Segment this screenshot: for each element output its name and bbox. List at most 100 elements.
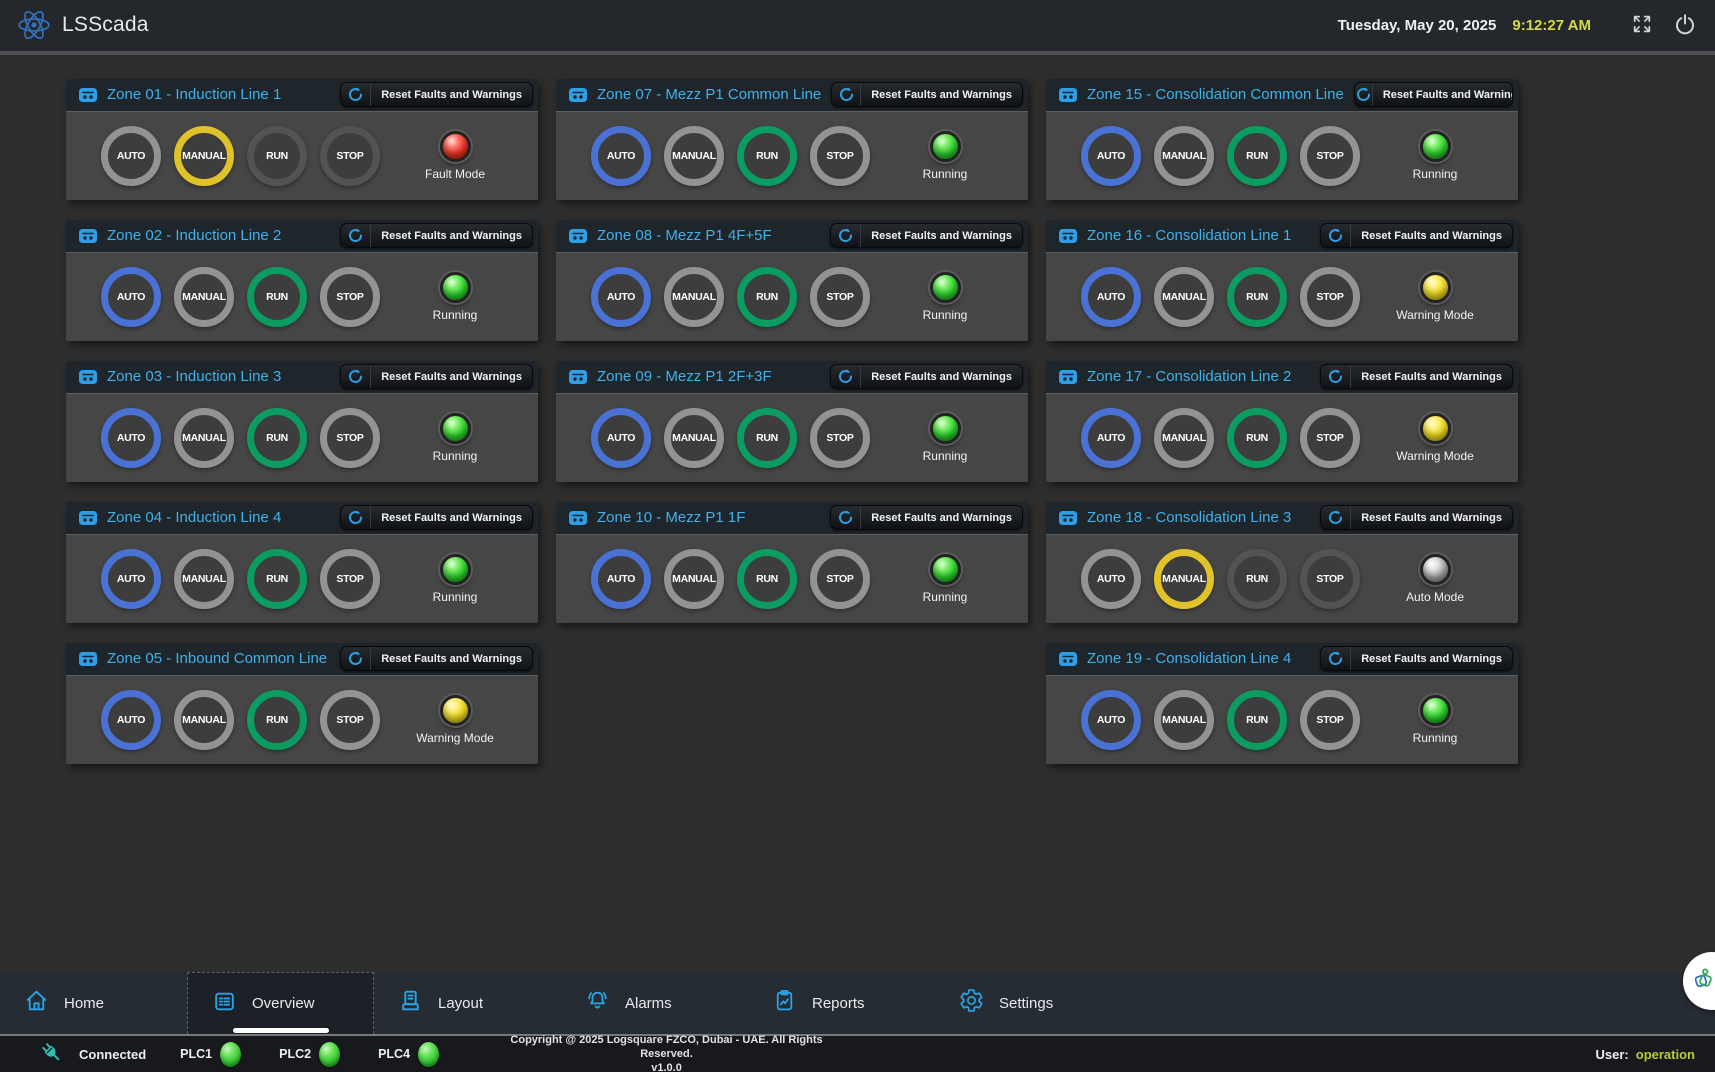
conveyor-icon (79, 511, 97, 525)
run-button[interactable]: RUN (737, 267, 797, 327)
auto-button[interactable]: AUTO (591, 126, 651, 186)
auto-button[interactable]: AUTO (101, 126, 161, 186)
status-label: Running (923, 167, 968, 181)
manual-button[interactable]: MANUAL (174, 690, 234, 750)
stop-button[interactable]: STOP (320, 408, 380, 468)
stop-button[interactable]: STOP (810, 408, 870, 468)
auto-button[interactable]: AUTO (591, 408, 651, 468)
auto-button[interactable]: AUTO (591, 549, 651, 609)
status-indicator: Warning Mode (407, 695, 503, 745)
auto-button[interactable]: AUTO (1081, 690, 1141, 750)
zone-controls: AUTO MANUAL RUN STOP Fault Mode (66, 111, 538, 200)
zone-title: Zone 01 - Induction Line 1 (107, 86, 281, 103)
manual-button[interactable]: MANUAL (1154, 549, 1214, 609)
manual-button[interactable]: MANUAL (174, 549, 234, 609)
reset-faults-button[interactable]: Reset Faults and Warnings (340, 364, 533, 389)
stop-button[interactable]: STOP (1300, 126, 1360, 186)
manual-button[interactable]: MANUAL (1154, 126, 1214, 186)
nav-item-settings[interactable]: Settings (935, 972, 1122, 1034)
reset-faults-button[interactable]: Reset Faults and Warnings (1320, 646, 1513, 671)
manual-button[interactable]: MANUAL (664, 267, 724, 327)
status-label: Running (1413, 167, 1458, 181)
reset-faults-button[interactable]: Reset Faults and Warnings (340, 646, 533, 671)
stop-button[interactable]: STOP (320, 267, 380, 327)
stop-button[interactable]: STOP (810, 267, 870, 327)
auto-button[interactable]: AUTO (1081, 408, 1141, 468)
stop-button[interactable]: STOP (1300, 267, 1360, 327)
auto-button[interactable]: AUTO (101, 690, 161, 750)
zone-card: Zone 17 - Consolidation Line 2 Reset Fau… (1046, 361, 1518, 482)
reset-faults-button[interactable]: Reset Faults and Warnings (830, 364, 1023, 389)
alarm-bell-icon (585, 988, 610, 1018)
zone-title: Zone 10 - Mezz P1 1F (597, 509, 745, 526)
manual-button[interactable]: MANUAL (174, 126, 234, 186)
run-button[interactable]: RUN (1227, 126, 1287, 186)
refresh-icon (832, 83, 861, 106)
stop-button[interactable]: STOP (320, 690, 380, 750)
manual-button[interactable]: MANUAL (1154, 267, 1214, 327)
manual-button[interactable]: MANUAL (1154, 408, 1214, 468)
run-button[interactable]: RUN (247, 408, 307, 468)
reset-faults-button[interactable]: Reset Faults and Warnings (830, 223, 1023, 248)
reset-faults-button[interactable]: Reset Faults and Warnings (1320, 505, 1513, 530)
run-button[interactable]: RUN (737, 126, 797, 186)
auto-button[interactable]: AUTO (101, 408, 161, 468)
reset-faults-button[interactable]: Reset Faults and Warnings (1320, 223, 1513, 248)
zone-controls: AUTO MANUAL RUN STOP Warning Mode (1046, 393, 1518, 482)
run-button[interactable]: RUN (247, 267, 307, 327)
auto-button[interactable]: AUTO (1081, 267, 1141, 327)
run-button[interactable]: RUN (737, 408, 797, 468)
nav-item-overview[interactable]: Overview (187, 972, 374, 1034)
manual-button[interactable]: MANUAL (174, 408, 234, 468)
stop-button[interactable]: STOP (1300, 408, 1360, 468)
brand: LSScada (16, 7, 149, 43)
stop-button[interactable]: STOP (1300, 690, 1360, 750)
reset-faults-button[interactable]: Reset Faults and Warnings (830, 505, 1023, 530)
status-label: Running (923, 590, 968, 604)
manual-button[interactable]: MANUAL (664, 408, 724, 468)
nav-item-layout[interactable]: Layout (374, 972, 561, 1034)
reset-faults-button[interactable]: Reset Faults and Warnings (831, 82, 1023, 107)
overview-icon (212, 989, 237, 1019)
zones-column-3: Zone 15 - Consolidation Common Line Rese… (1046, 79, 1518, 972)
stop-button[interactable]: STOP (320, 549, 380, 609)
manual-button[interactable]: MANUAL (174, 267, 234, 327)
manual-button[interactable]: MANUAL (1154, 690, 1214, 750)
manual-button[interactable]: MANUAL (664, 549, 724, 609)
stop-button[interactable]: STOP (320, 126, 380, 186)
auto-button[interactable]: AUTO (101, 267, 161, 327)
plc1-status: PLC1 (180, 1042, 241, 1067)
reset-faults-button[interactable]: Reset Faults and Warnings (340, 505, 533, 530)
zone-card: Zone 02 - Induction Line 2 Reset Faults … (66, 220, 538, 341)
stop-button[interactable]: STOP (810, 549, 870, 609)
nav-item-alarms[interactable]: Alarms (561, 972, 748, 1034)
run-button[interactable]: RUN (737, 549, 797, 609)
auto-button[interactable]: AUTO (101, 549, 161, 609)
run-button[interactable]: RUN (1227, 267, 1287, 327)
zone-card: Zone 07 - Mezz P1 Common Line Reset Faul… (556, 79, 1028, 200)
stop-button[interactable]: STOP (1300, 549, 1360, 609)
reset-faults-button[interactable]: Reset Faults and Warnings (1354, 82, 1513, 107)
reset-faults-button[interactable]: Reset Faults and Warnings (340, 82, 533, 107)
refresh-icon (831, 506, 861, 529)
nav-item-home[interactable]: Home (0, 972, 187, 1034)
zone-card-header: Zone 10 - Mezz P1 1F Reset Faults and Wa… (556, 502, 1028, 534)
reset-faults-button[interactable]: Reset Faults and Warnings (340, 223, 533, 248)
run-button[interactable]: RUN (247, 549, 307, 609)
power-button[interactable] (1671, 10, 1699, 41)
auto-button[interactable]: AUTO (1081, 549, 1141, 609)
run-button[interactable]: RUN (1227, 690, 1287, 750)
stop-button[interactable]: STOP (810, 126, 870, 186)
auto-button[interactable]: AUTO (1081, 126, 1141, 186)
auto-button[interactable]: AUTO (591, 267, 651, 327)
manual-button[interactable]: MANUAL (664, 126, 724, 186)
reset-faults-button[interactable]: Reset Faults and Warnings (1320, 364, 1513, 389)
run-button[interactable]: RUN (247, 690, 307, 750)
run-button[interactable]: RUN (1227, 408, 1287, 468)
status-indicator: Warning Mode (1387, 413, 1483, 463)
fullscreen-button[interactable] (1629, 11, 1655, 40)
nav-item-reports[interactable]: Reports (748, 972, 935, 1034)
run-button[interactable]: RUN (1227, 549, 1287, 609)
run-button[interactable]: RUN (247, 126, 307, 186)
plc2-status: PLC2 (279, 1042, 340, 1067)
